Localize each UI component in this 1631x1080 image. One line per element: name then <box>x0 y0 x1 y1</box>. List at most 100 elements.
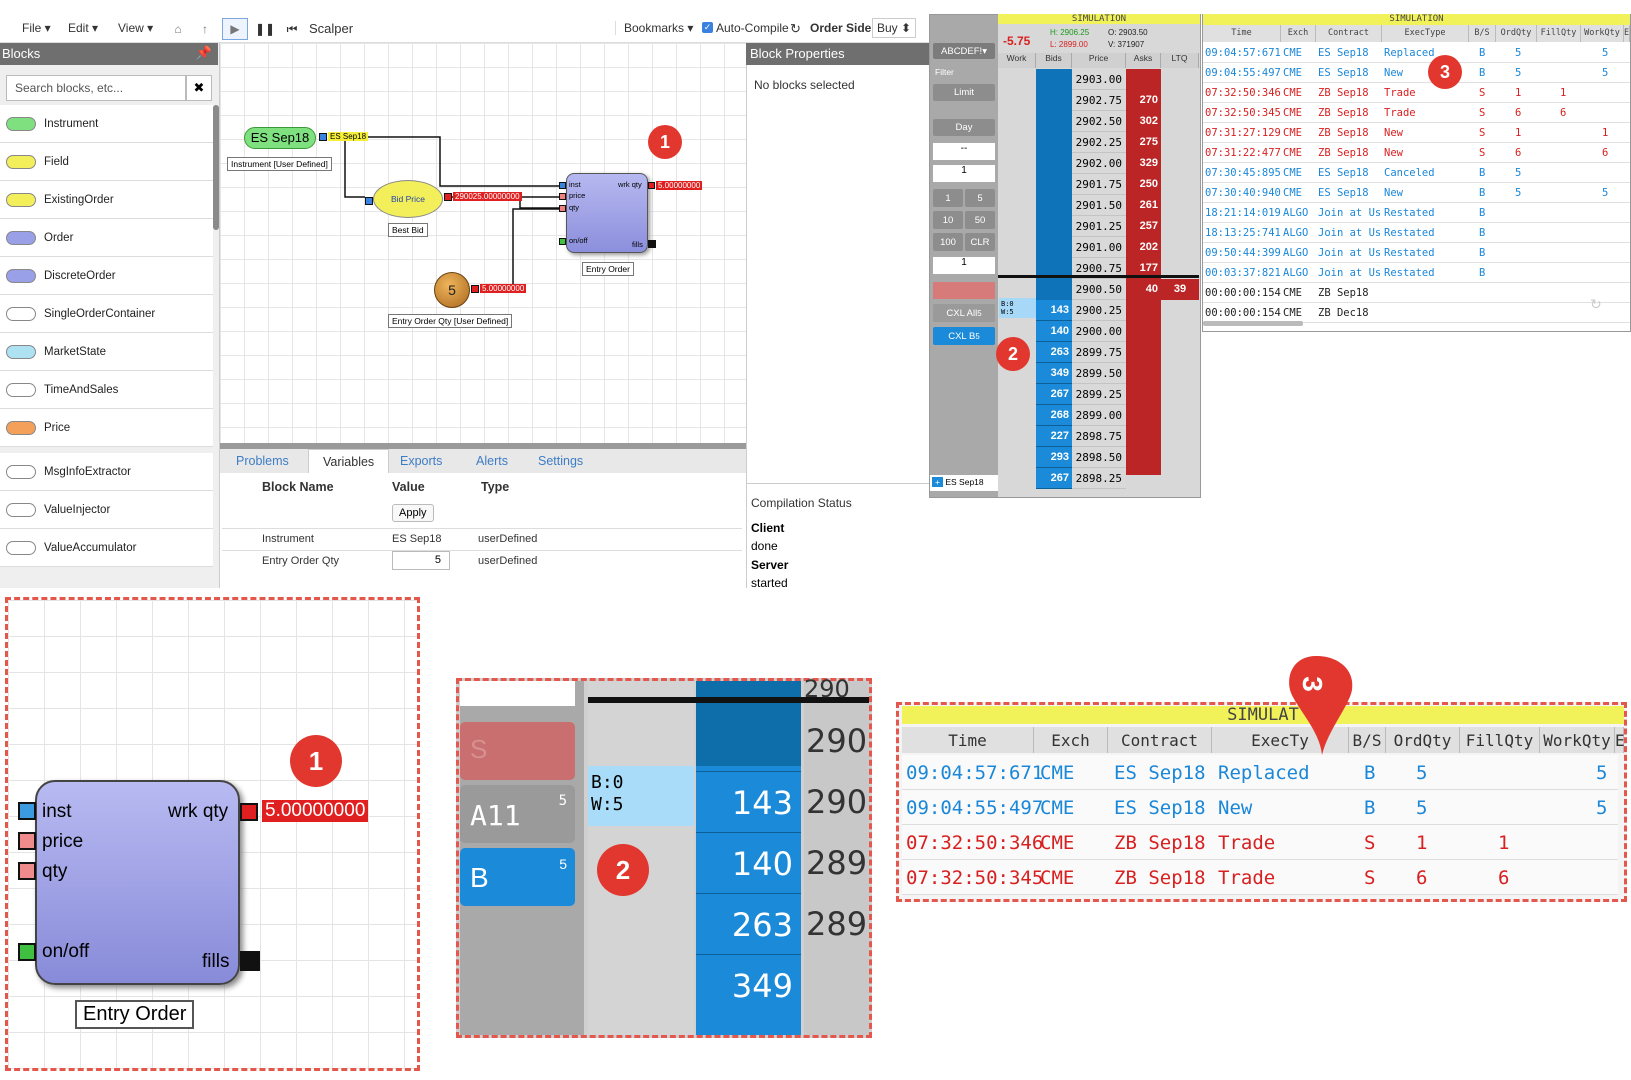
zoom-ob-col[interactable]: OrdQty <box>1386 727 1460 753</box>
tab-exports[interactable]: Exports <box>386 449 456 473</box>
block-item-discreteorder[interactable]: DiscreteOrder <box>0 257 213 295</box>
ladder-bid-qty[interactable]: 268 <box>1036 405 1072 426</box>
instrument-out-port[interactable] <box>319 133 327 141</box>
zoom-cxl-all-button[interactable]: A11 5 <box>460 785 575 843</box>
ladder-ask-qty[interactable]: 250 <box>1126 174 1161 195</box>
zoom-ob-col[interactable]: Time <box>902 727 1034 753</box>
zoom-qty-field[interactable] <box>460 681 575 706</box>
bookmarks-menu[interactable]: Bookmarks ▾ <box>615 21 693 35</box>
block-item-valueinjector[interactable]: ValueInjector <box>0 491 213 529</box>
table-row[interactable]: 07:32:50:345 CME ZB Sep18 Trade S 6 6 <box>1203 103 1630 123</box>
block-item-singleordercontainer[interactable]: SingleOrderContainer <box>0 295 213 333</box>
zoom-price[interactable]: 289 <box>806 844 867 882</box>
zoom-bid-qty[interactable]: 143 <box>696 771 801 831</box>
search-input[interactable]: Search blocks, etc... <box>6 75 186 101</box>
table-row[interactable]: 09:04:57:671 CME ES Sep18 Replaced B 5 5 <box>902 755 1618 790</box>
zoom-price[interactable]: 290 <box>806 783 867 821</box>
ladder-price[interactable]: 2901.00 <box>1072 237 1126 258</box>
zoom-price-port[interactable] <box>18 832 36 850</box>
table-row[interactable]: 09:04:57:671 CME ES Sep18 Replaced B 5 5 <box>1203 43 1630 63</box>
zoom-price[interactable]: 290 <box>806 722 867 760</box>
ladder-ask-qty[interactable]: 261 <box>1126 195 1161 216</box>
table-row[interactable]: 07:32:50:346 CME ZB Sep18 Trade S 1 1 <box>1203 83 1630 103</box>
account-select[interactable]: ABCDEF!▾ <box>933 43 995 59</box>
qty-100-button[interactable]: 100 <box>933 233 963 251</box>
zoom-ob-col[interactable]: B/S <box>1349 727 1386 753</box>
ladder-price[interactable]: 2898.75 <box>1072 426 1126 447</box>
ladder-price[interactable]: 2899.25 <box>1072 384 1126 405</box>
tab-variables[interactable]: Variables <box>308 449 390 473</box>
ladder-bid-qty[interactable]: 267 <box>1036 468 1072 489</box>
ladder-price[interactable]: 2898.25 <box>1072 468 1126 489</box>
entry-qty-input[interactable]: 5 <box>392 551 450 570</box>
clear-qty-button[interactable]: CLR <box>965 233 995 251</box>
table-row[interactable]: 00:03:37:821 ALGO Join at Us Restated B <box>1203 263 1630 283</box>
qty-1-button[interactable]: 1 <box>933 189 963 207</box>
ob-col-fillqty[interactable]: FillQty <box>1537 25 1581 42</box>
zoom-ob-col[interactable]: FillQty <box>1460 727 1540 753</box>
table-row[interactable]: 07:32:50:346 CME ZB Sep18 Trade S 1 1 <box>902 825 1618 860</box>
ladder-ask-qty[interactable]: 40 <box>1126 279 1161 300</box>
qty-out-port[interactable] <box>471 285 479 293</box>
design-canvas[interactable] <box>220 43 746 443</box>
block-item-field[interactable]: Field <box>0 143 213 181</box>
ob-col-exectype[interactable]: ExecType <box>1382 25 1469 42</box>
working-order-marker[interactable]: B:0 W:5 <box>999 298 1036 318</box>
ladder-bid-qty[interactable]: 227 <box>1036 426 1072 447</box>
block-item-price[interactable]: Price <box>0 409 213 447</box>
ladder-ask-qty[interactable]: 257 <box>1126 216 1161 237</box>
block-item-order[interactable]: Order <box>0 219 213 257</box>
zoom-bid-qty[interactable]: 263 <box>696 893 801 953</box>
zoom-price[interactable]: 289 <box>806 905 867 943</box>
order-type-select[interactable]: Limit <box>933 84 995 101</box>
pause-button[interactable]: ❚❚ <box>255 18 275 40</box>
zoom-ob-col[interactable]: ExecTy <box>1212 727 1349 753</box>
ladder-bid-qty[interactable]: 263 <box>1036 342 1072 363</box>
ladder-bid-qty[interactable]: 140 <box>1036 321 1072 342</box>
ladder-price[interactable]: 2902.25 <box>1072 132 1126 153</box>
zoom-fills-port[interactable] <box>240 951 260 971</box>
ob-col-contract[interactable]: Contract <box>1316 25 1382 42</box>
block-item-existingorder[interactable]: ExistingOrder <box>0 181 213 219</box>
price-field[interactable]: -- <box>933 143 995 160</box>
menu-view[interactable]: View ▾ <box>118 21 153 35</box>
ladder-bid-qty[interactable]: 293 <box>1036 447 1072 468</box>
ladder-price[interactable]: 2900.25 <box>1072 300 1126 321</box>
order-onoff-port[interactable] <box>559 238 566 245</box>
ladder-price[interactable]: 2898.50 <box>1072 447 1126 468</box>
zoom-working-marker[interactable]: B:0 W:5 <box>588 766 694 826</box>
block-item-marketstate[interactable]: MarketState <box>0 333 213 371</box>
entry-qty-block[interactable]: 5 <box>434 272 470 308</box>
bid-out-port[interactable] <box>444 193 452 201</box>
order-qty-port[interactable] <box>559 205 566 212</box>
bid-price-block[interactable]: Bid Price <box>373 180 443 218</box>
ob-col-ordqty[interactable]: OrdQty <box>1496 25 1537 42</box>
zoom-onoff-port[interactable] <box>18 943 36 961</box>
table-row[interactable]: 07:31:22:477 CME ZB Sep18 New S 6 6 <box>1203 143 1630 163</box>
ladder-price[interactable]: 2901.25 <box>1072 216 1126 237</box>
qty-50-button[interactable]: 50 <box>965 211 995 229</box>
up-arrow-icon[interactable]: ↑ <box>195 18 215 40</box>
zoom-bid-qty[interactable]: 349 <box>696 954 801 1014</box>
zoom-bid-qty[interactable]: 140 <box>696 832 801 892</box>
zoom-cxl-sell-button[interactable]: S <box>460 722 575 780</box>
ob-col-bs[interactable]: B/S <box>1469 25 1496 42</box>
home-icon[interactable]: ⌂ <box>168 18 188 40</box>
orderbook-h-scrollbar[interactable] <box>1203 321 1303 326</box>
table-row[interactable]: 00:00:00:154 CME ZB Dec18 <box>1203 303 1630 323</box>
ladder-ask-qty[interactable]: 275 <box>1126 132 1161 153</box>
refresh-icon[interactable]: ↻ <box>1590 296 1602 313</box>
qty-field-2[interactable]: 1 <box>933 257 995 274</box>
table-row[interactable]: 07:31:27:129 CME ZB Sep18 New S 1 1 <box>1203 123 1630 143</box>
ladder-price[interactable]: 2901.75 <box>1072 174 1126 195</box>
block-item-timeandsales[interactable]: TimeAndSales <box>0 371 213 409</box>
block-item-msginfoextractor[interactable]: MsgInfoExtractor <box>0 453 213 491</box>
order-inst-port[interactable] <box>559 182 566 189</box>
qty-10-button[interactable]: 10 <box>933 211 963 229</box>
table-row[interactable]: 07:30:40:940 CME ES Sep18 New B 5 5 <box>1203 183 1630 203</box>
ladder-price[interactable]: 2899.75 <box>1072 342 1126 363</box>
menu-edit[interactable]: Edit ▾ <box>68 21 98 35</box>
ob-col-time[interactable]: Time <box>1203 25 1281 42</box>
bid-in-port[interactable] <box>365 197 373 205</box>
ladder-price[interactable]: 2903.00 <box>1072 69 1126 90</box>
